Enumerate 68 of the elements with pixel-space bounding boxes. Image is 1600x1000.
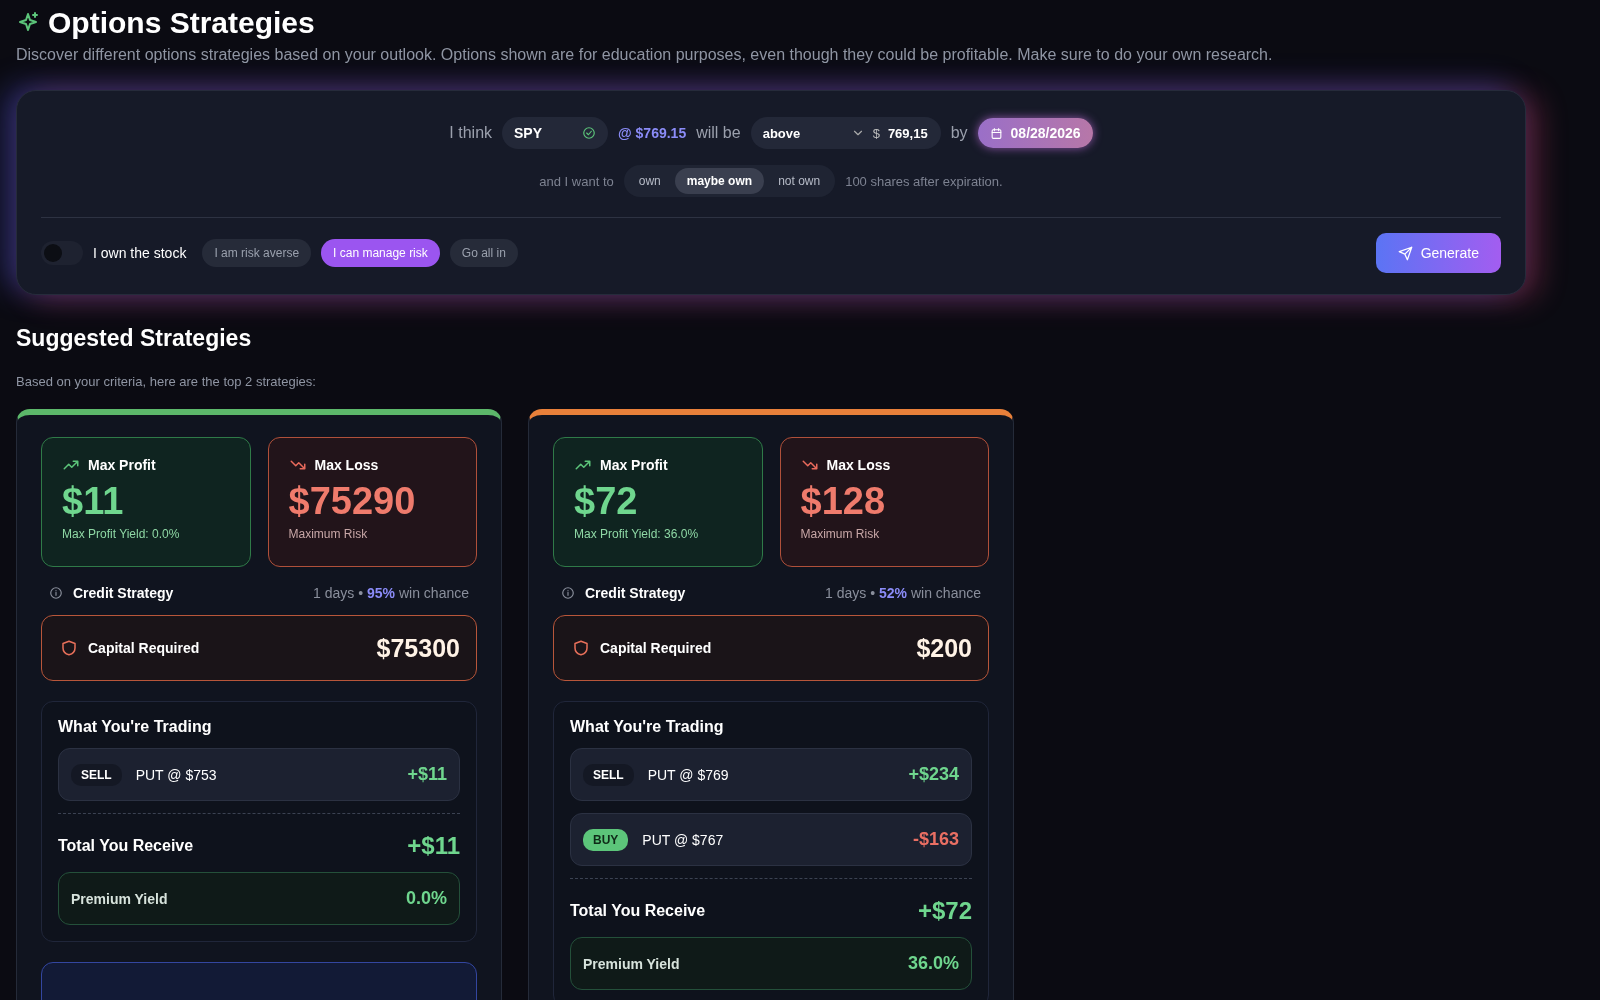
win-chance: 1 days • 95% win chance	[313, 585, 469, 601]
max-loss-value: $128	[800, 480, 887, 523]
send-icon	[1397, 245, 1413, 261]
max-loss-value: $75290	[288, 480, 417, 523]
shield-icon	[60, 639, 78, 657]
ticker-field[interactable]: SPY	[502, 117, 609, 149]
yield-value: 36.0%	[907, 953, 959, 974]
trading-title: What You're Trading	[570, 718, 725, 736]
shield-icon	[572, 639, 590, 657]
max-profit-value: $11	[62, 480, 125, 523]
page-title: Options Strategies	[48, 6, 315, 40]
action-tag: SELL	[583, 763, 634, 786]
yield-label: Premium Yield	[583, 955, 680, 972]
metric-note: Max Profit Yield: 0.0%	[62, 527, 181, 541]
section-subtitle: Based on your criteria, here are the top 2 strategies:	[16, 374, 317, 389]
action-tag: BUY	[583, 828, 629, 851]
strategy-type: Credit Strategy	[73, 585, 174, 601]
ownership-text: and I want to	[539, 173, 614, 189]
metric-label: Max Profit	[88, 457, 156, 473]
trading-title: What You're Trading	[58, 718, 213, 736]
metric-label: Max Loss	[314, 457, 379, 473]
toggle-label: I own the stock	[93, 245, 187, 261]
leg-amount: +$11	[407, 764, 447, 785]
metric-label: Max Loss	[826, 457, 891, 473]
generate-button[interactable]: Generate	[1375, 233, 1501, 273]
page-subtitle: Discover different options strategies based on your outlook. Options shown are for education purposes, even though they could be profitable. Make sure to do your own research.	[16, 46, 1274, 64]
outlook-text: will be	[696, 124, 741, 142]
info-icon	[561, 586, 575, 600]
metric-note: Maximum Risk	[288, 527, 369, 541]
risk-option[interactable]: I am risk averse	[202, 239, 312, 267]
win-chance: 1 days • 52% win chance	[825, 585, 981, 601]
calendar-icon	[989, 126, 1003, 140]
capital-value: $200	[916, 633, 972, 663]
ownership-option[interactable]: own	[626, 168, 673, 194]
leg-amount: +$234	[908, 764, 959, 785]
max-profit-value: $72	[574, 480, 639, 523]
ownership-option[interactable]: maybe own	[674, 168, 765, 194]
yield-value: 0.0%	[405, 888, 447, 909]
strategy-type: Credit Strategy	[585, 585, 686, 601]
outlook-text: by	[950, 124, 968, 142]
total-label: Total You Receive	[570, 902, 706, 920]
contract-text: PUT @ $753	[135, 766, 217, 783]
metric-note: Maximum Risk	[800, 527, 881, 541]
own-stock-toggle[interactable]	[41, 241, 83, 265]
target-field[interactable]: above $ 769,15	[750, 117, 941, 149]
info-icon	[49, 586, 63, 600]
date-picker[interactable]: 08/28/2026	[977, 118, 1093, 148]
yield-label: Premium Yield	[71, 890, 168, 907]
risk-option[interactable]: Go all in	[449, 239, 518, 267]
capital-value: $75300	[376, 633, 460, 663]
total-value: +$11	[407, 832, 460, 860]
section-title: Suggested Strategies	[16, 325, 253, 352]
metric-label: Max Profit	[600, 457, 668, 473]
outlook-text: I think	[449, 124, 493, 142]
capital-label: Capital Required	[600, 640, 712, 656]
ownership-text: 100 shares after expiration.	[845, 173, 1003, 189]
action-tag: SELL	[71, 763, 122, 786]
ownership-option[interactable]: not own	[766, 168, 833, 194]
current-price: @ $769.15	[618, 125, 687, 141]
capital-label: Capital Required	[88, 640, 200, 656]
leg-amount: -$163	[912, 829, 959, 850]
risk-option[interactable]: I can manage risk	[321, 239, 440, 267]
contract-text: PUT @ $769	[647, 766, 729, 783]
check-circle-icon	[582, 126, 597, 140]
total-label: Total You Receive	[58, 837, 194, 855]
metric-note: Max Profit Yield: 36.0%	[574, 527, 700, 541]
total-value: +$72	[917, 897, 972, 925]
contract-text: PUT @ $767	[642, 831, 724, 848]
